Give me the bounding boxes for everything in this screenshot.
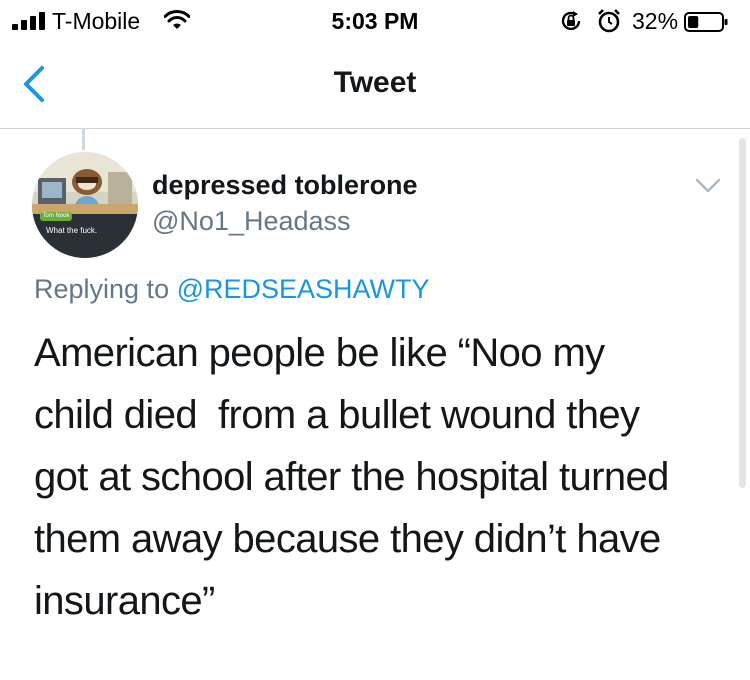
thread-connector-line [82, 128, 85, 150]
avatar-image [32, 152, 138, 258]
page-title: Tweet [333, 66, 417, 99]
replying-to: Replying to @REDSEASHAWTY [34, 274, 430, 305]
alarm-icon [598, 9, 620, 33]
avatar[interactable] [32, 152, 138, 258]
replying-to-prefix: Replying to [34, 274, 177, 304]
rotation-lock-icon [561, 11, 581, 31]
author-display-name[interactable]: depressed toblerone [152, 170, 418, 201]
scrollbar[interactable] [739, 138, 746, 488]
status-bar: T-Mobile 5:03 PM 32% [0, 0, 750, 42]
tweet-text: American people be like “Noo my child di… [34, 331, 669, 623]
avatar-name-tag: Tom Nook [40, 212, 72, 221]
battery-percent: 32% [632, 8, 679, 34]
nav-bar: Tweet [0, 42, 750, 129]
replying-to-link[interactable]: @REDSEASHAWTY [177, 274, 430, 304]
author-handle[interactable]: @No1_Headass [152, 206, 351, 237]
avatar-caption: What the fuck. [46, 226, 98, 235]
battery-icon [684, 12, 728, 32]
chevron-down-icon[interactable] [694, 176, 722, 196]
